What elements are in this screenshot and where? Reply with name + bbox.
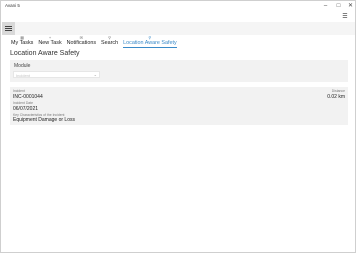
- title-bar: Avani 5 – □ ✕: [1, 1, 355, 12]
- tab-my-tasks[interactable]: ▦ My Tasks: [9, 35, 35, 48]
- main-tabs: ▦ My Tasks + New Task ✉ Notifications ⚲ …: [9, 35, 180, 48]
- distance-label: Distance: [331, 89, 345, 93]
- incident-label: Incident: [13, 89, 25, 93]
- incident-date-label: Incident Date: [13, 101, 33, 105]
- hamburger-menu-button[interactable]: [2, 22, 15, 35]
- tab-label: Notifications: [66, 40, 97, 46]
- incident-card[interactable]: Incident INC-0001044 Incident Date 06/07…: [10, 87, 348, 125]
- close-button[interactable]: ✕: [344, 2, 356, 11]
- incident-type: Equipment Damage or Loss: [13, 117, 75, 123]
- module-select-placeholder: Incident: [16, 72, 31, 78]
- page-title: Location Aware Safety: [10, 50, 80, 57]
- tab-label: Search: [101, 40, 119, 46]
- chevron-down-icon: ⌄: [93, 72, 97, 77]
- module-filter-card: Module Incident ⌄: [10, 60, 348, 82]
- module-label: Module: [14, 63, 31, 69]
- hamburger-icon: [5, 26, 12, 31]
- tab-location-aware-safety[interactable]: ⚲ Location Aware Safety: [121, 35, 179, 48]
- incident-type-label: Key Characteristics of the Incident: [13, 112, 65, 117]
- more-icon[interactable]: ☰: [340, 12, 350, 22]
- tab-search[interactable]: ⚲ Search: [99, 35, 120, 48]
- minimize-button[interactable]: –: [319, 2, 332, 11]
- incident-date: 06/07/2021: [13, 105, 39, 112]
- distance-value: 0.02 km: [327, 94, 345, 100]
- tab-notifications[interactable]: ✉ Notifications: [65, 35, 98, 48]
- header-bar: ☰: [1, 12, 355, 22]
- tab-label: Location Aware Safety: [123, 40, 177, 48]
- module-select[interactable]: Incident ⌄: [13, 71, 100, 78]
- tab-new-task[interactable]: + New Task: [36, 35, 63, 48]
- tab-label: New Task: [38, 40, 62, 46]
- window-title: Avani 5: [5, 3, 20, 8]
- app-window: Avani 5 – □ ✕ ☰ ▦ My Tasks + New Task ✉ …: [0, 0, 356, 253]
- tab-label: My Tasks: [11, 40, 34, 46]
- incident-number: INC-0001044: [13, 94, 43, 100]
- top-strip: [15, 22, 355, 35]
